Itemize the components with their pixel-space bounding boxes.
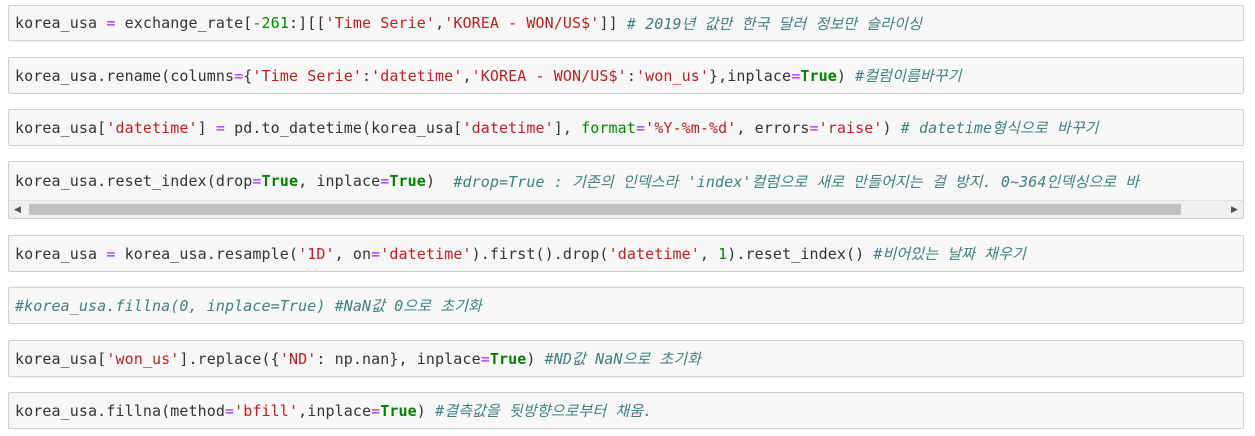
code-token: , (462, 66, 472, 85)
code-token: 'Time Serie' (325, 14, 436, 32)
code-token: = (380, 172, 390, 190)
code-token: True (800, 66, 837, 85)
code-token: '%Y-%m-%d' (645, 118, 737, 137)
code-cell-3[interactable]: korea_usa['datetime'] = pd.to_datetime(k… (8, 109, 1244, 146)
code-token: 'won_us' (635, 66, 710, 85)
code-line: korea_usa = korea_usa.resample('1D', on =… (15, 236, 1026, 271)
code-token: , (435, 14, 445, 32)
code-line: korea_usa.rename(columns ={'Time Serie': '… (15, 58, 962, 93)
code-token: format (581, 118, 636, 137)
code-token: , errors (736, 118, 810, 137)
code-token: korea_usa.fillna(method (15, 401, 226, 420)
code-token: korea_usa.rename(columns (15, 66, 235, 85)
code-token: korea_usa[ (15, 349, 107, 368)
code-cell-4[interactable]: korea_usa.reset_index(drop = True, inplace… (8, 161, 1244, 219)
code-token: True (261, 172, 299, 190)
code-token: pd.to_datetime(korea_usa[ (225, 118, 463, 137)
code-token: 'Time Serie' (252, 66, 362, 85)
code-comment: #비어있는 날짜 채우기 (873, 245, 1026, 263)
code-token: ].replace({ (179, 349, 280, 368)
code-token: ], (553, 118, 582, 137)
code-token: : (362, 66, 372, 85)
code-cell-8[interactable]: korea_usa.fillna(method ='bfill' ,inplace =… (8, 392, 1244, 429)
code-token: = (252, 172, 262, 190)
code-token: = (809, 118, 819, 137)
code-comment: #결측값을 뒷방향으로부터 채움. (435, 402, 653, 420)
code-token: ,inplace (298, 401, 372, 420)
code-token: ).reset_index() (727, 244, 874, 263)
code-line: korea_usa.reset_index(drop = True, inplace… (15, 162, 1139, 200)
code-token: = (371, 401, 381, 420)
code-token: = (480, 349, 490, 368)
code-token: ) (425, 172, 454, 190)
scrollbar-thumb[interactable] (29, 204, 1181, 215)
code-line: korea_usa['datetime'] = pd.to_datetime(k… (15, 110, 1099, 145)
code-token: , on (334, 244, 372, 263)
code-token: ) (882, 118, 901, 137)
code-cell-1[interactable]: korea_usa = exchange_rate[-261:][['Time … (8, 5, 1244, 41)
code-token: ) (526, 349, 545, 368)
code-line: korea_usa = exchange_rate[-261:][['Time … (15, 6, 922, 40)
code-token: ] (197, 118, 216, 137)
code-token: = (215, 118, 226, 137)
code-token: = (106, 244, 116, 263)
code-token: korea_usa.reset_index(drop (15, 172, 253, 190)
code-token: korea_usa (15, 14, 107, 32)
code-token: 'datetime' (106, 118, 198, 137)
code-comment: # datetime형식으로 바꾸기 (900, 119, 1099, 137)
code-token: 'bfill' (234, 401, 299, 420)
code-line: #korea_usa.fillna(0, inplace=True) #NaN값… (15, 288, 482, 323)
code-token: korea_usa.resample( (115, 244, 299, 263)
code-token: , (699, 244, 719, 263)
code-token: ) (416, 401, 436, 420)
code-token: korea_usa[ (15, 118, 107, 137)
code-token: = (106, 14, 116, 32)
code-line: korea_usa['won_us'].replace({'ND': np.na… (15, 341, 701, 376)
code-token: = (234, 66, 244, 85)
code-token: korea_usa (15, 244, 107, 263)
code-cell-6[interactable]: #korea_usa.fillna(0, inplace=True) #NaN값… (8, 287, 1244, 324)
code-token: = (791, 66, 801, 85)
code-token: ) (836, 66, 856, 85)
code-token: 'datetime' (462, 118, 554, 137)
code-token: },inplace (709, 66, 792, 85)
code-token: 'ND' (279, 349, 317, 368)
code-token: -261 (252, 14, 289, 32)
code-token: True (380, 401, 417, 420)
code-token: 'raise' (818, 118, 883, 137)
code-comment: #컬럼이름바꾸기 (855, 67, 962, 85)
code-token: 'KOREA - WON/US$' (471, 66, 627, 85)
code-token: 'KOREA - WON/US$' (444, 14, 600, 32)
code-token: : np.nan}, inplace (316, 349, 481, 368)
scroll-right-icon[interactable]: ▶ (1226, 201, 1243, 218)
code-cell-7[interactable]: korea_usa['won_us'].replace({'ND': np.na… (8, 340, 1244, 377)
code-token: exchange_rate[ (115, 14, 253, 32)
code-token: '1D' (298, 244, 335, 263)
code-comment: #drop=True : 기존의 인덱스라 'index'컬럼으로 새로 만들어… (453, 172, 1140, 191)
code-token: 'won_us' (106, 349, 180, 368)
code-comment: #ND값 NaN으로 초기화 (544, 350, 702, 368)
code-token: ).first().drop( (471, 244, 609, 263)
scroll-left-icon[interactable]: ◀ (9, 201, 26, 218)
code-cell-2[interactable]: korea_usa.rename(columns ={'Time Serie': '… (8, 57, 1244, 94)
code-token: True (389, 172, 426, 190)
code-token: { (243, 66, 253, 85)
code-token: , inplace (298, 172, 381, 190)
code-token: :][[ (288, 14, 326, 32)
code-comment: #korea_usa.fillna(0, inplace=True) #NaN값… (15, 297, 482, 315)
code-token: = (225, 401, 235, 420)
code-token: ]] (599, 14, 627, 32)
code-line: korea_usa.fillna(method ='bfill' ,inplace =… (15, 393, 652, 428)
code-token: 1 (718, 244, 728, 263)
code-token: = (635, 118, 646, 137)
horizontal-scrollbar[interactable]: ◀ ▶ (9, 200, 1243, 218)
code-comment: # 2019년 값만 한국 달러 정보만 슬라이싱 (626, 14, 922, 33)
code-token: : (626, 66, 636, 85)
code-token: 'datetime' (608, 244, 700, 263)
code-token: 'datetime' (380, 244, 472, 263)
code-token: 'datetime' (371, 66, 463, 85)
code-token: True (489, 349, 527, 368)
code-token: = (371, 244, 381, 263)
code-cell-5[interactable]: korea_usa = korea_usa.resample('1D', on =… (8, 235, 1244, 272)
